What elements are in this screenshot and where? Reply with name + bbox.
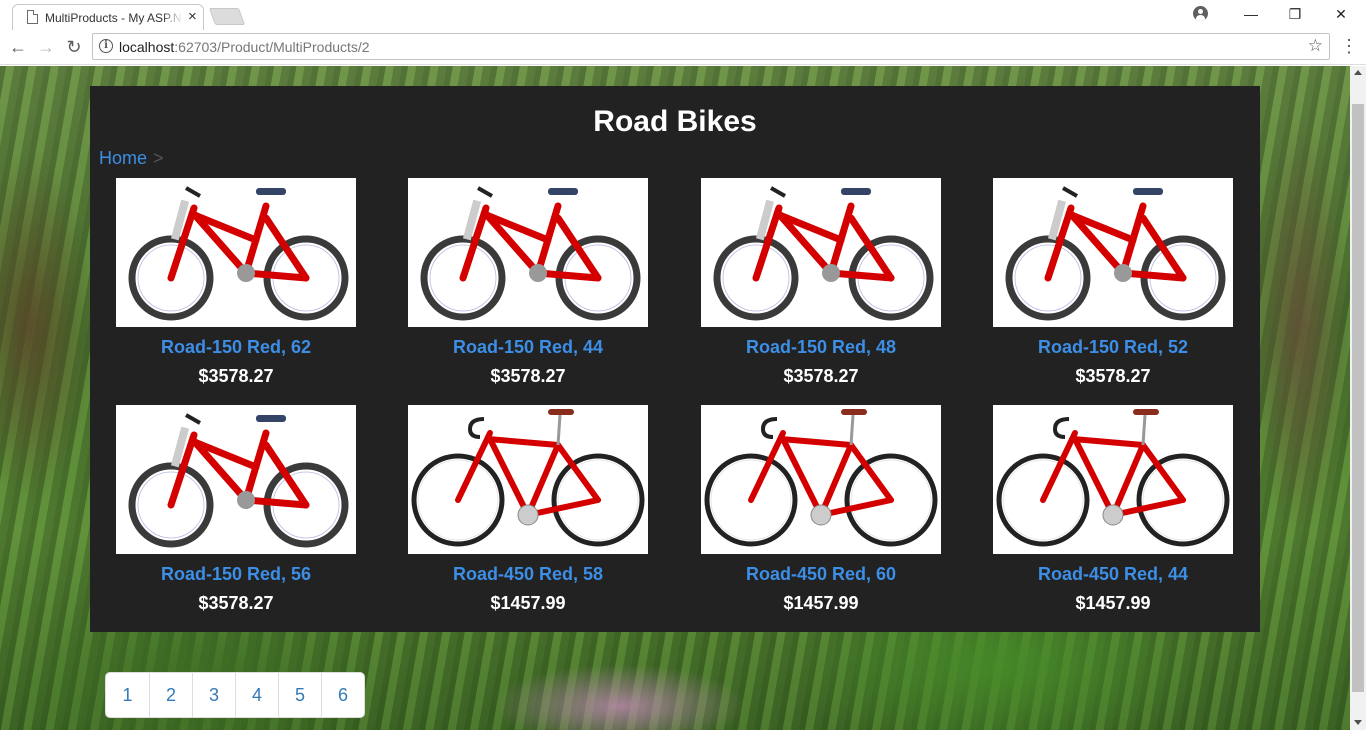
road-bike-icon	[996, 409, 1230, 547]
product-card[interactable]: Road-450 Red, 60 $1457.99	[701, 405, 941, 614]
page-link-6[interactable]: 6	[321, 673, 364, 717]
road-bike-icon	[411, 409, 645, 547]
browser-tab[interactable]: MultiProducts - My ASP.NET Application ×	[12, 4, 204, 30]
product-image[interactable]	[701, 405, 941, 554]
product-image[interactable]	[993, 405, 1233, 554]
product-image[interactable]	[116, 178, 356, 327]
maximize-button[interactable]: ❐	[1272, 0, 1318, 28]
vertical-scrollbar[interactable]	[1350, 66, 1366, 730]
product-card[interactable]: Road-450 Red, 44 $1457.99	[993, 405, 1233, 614]
scrollbar-thumb[interactable]	[1352, 104, 1364, 692]
breadcrumb: Home >	[99, 148, 164, 169]
breadcrumb-separator: >	[153, 148, 164, 168]
product-name-link[interactable]: Road-450 Red, 44	[993, 564, 1233, 585]
page-link-5[interactable]: 5	[278, 673, 321, 717]
bookmark-star-icon[interactable]: ☆	[1308, 36, 1323, 56]
forward-button[interactable]: →	[34, 36, 58, 58]
product-card[interactable]: Road-150 Red, 52 $3578.27	[993, 178, 1233, 387]
url-path: :62703/Product/MultiProducts/2	[174, 39, 370, 55]
window-close-button[interactable]: ✕	[1318, 0, 1364, 28]
mountain-bike-icon	[713, 186, 934, 321]
product-name-link[interactable]: Road-150 Red, 44	[408, 337, 648, 358]
pagination: 123456	[105, 672, 365, 718]
product-card[interactable]: Road-150 Red, 62 $3578.27	[116, 178, 356, 387]
page-title: Road Bikes	[593, 105, 757, 138]
url-text[interactable]: localhost:62703/Product/MultiProducts/2	[119, 39, 370, 55]
product-price: $3578.27	[1075, 366, 1151, 386]
page-link-2[interactable]: 2	[149, 673, 192, 717]
scroll-down-arrow-icon[interactable]	[1354, 720, 1362, 725]
new-tab-button[interactable]	[208, 8, 246, 25]
product-name-link[interactable]: Road-150 Red, 56	[116, 564, 356, 585]
product-price: $3578.27	[783, 366, 859, 386]
mountain-bike-icon	[128, 413, 349, 548]
product-card[interactable]: Road-150 Red, 56 $3578.27	[116, 405, 356, 614]
product-name-link[interactable]: Road-150 Red, 48	[701, 337, 941, 358]
product-name-link[interactable]: Road-450 Red, 60	[701, 564, 941, 585]
mountain-bike-icon	[1005, 186, 1226, 321]
road-bike-icon	[704, 409, 938, 547]
info-icon[interactable]: i	[99, 39, 113, 53]
close-tab-icon[interactable]: ×	[188, 9, 197, 25]
reload-button[interactable]: ↻	[62, 36, 86, 58]
product-price: $1457.99	[490, 593, 566, 613]
back-button[interactable]: ←	[6, 36, 30, 58]
scroll-up-arrow-icon[interactable]	[1354, 70, 1362, 75]
address-bar[interactable]: i localhost:62703/Product/MultiProducts/…	[92, 33, 1330, 60]
page-link-3[interactable]: 3	[192, 673, 235, 717]
browser-menu-icon[interactable]: ⋮	[1340, 36, 1358, 56]
mountain-bike-icon	[128, 186, 349, 321]
tab-strip: MultiProducts - My ASP.NET Application ×…	[0, 0, 1366, 30]
product-price: $1457.99	[783, 593, 859, 613]
breadcrumb-home-link[interactable]: Home	[99, 148, 147, 168]
mountain-bike-icon	[420, 186, 641, 321]
product-name-link[interactable]: Road-450 Red, 58	[408, 564, 648, 585]
page-icon	[27, 10, 38, 24]
product-price: $3578.27	[198, 593, 274, 613]
product-image[interactable]	[408, 178, 648, 327]
content-panel: Road Bikes Home > Road-150 Red, 62 $3578.2…	[90, 86, 1260, 632]
product-image[interactable]	[993, 178, 1233, 327]
product-card[interactable]: Road-150 Red, 48 $3578.27	[701, 178, 941, 387]
product-image[interactable]	[408, 405, 648, 554]
product-image[interactable]	[701, 178, 941, 327]
browser-toolbar: ← → ↻ i localhost:62703/Product/MultiPro…	[0, 30, 1366, 65]
page-link-1[interactable]: 1	[106, 673, 149, 717]
product-image[interactable]	[116, 405, 356, 554]
minimize-button[interactable]: —	[1228, 0, 1274, 28]
page-viewport: Road Bikes Home > Road-150 Red, 62 $3578.2…	[0, 66, 1350, 730]
product-card[interactable]: Road-150 Red, 44 $3578.27	[408, 178, 648, 387]
product-price: $3578.27	[490, 366, 566, 386]
product-price: $3578.27	[198, 366, 274, 386]
url-host: localhost	[119, 39, 175, 55]
product-name-link[interactable]: Road-150 Red, 52	[993, 337, 1233, 358]
profile-icon[interactable]	[1193, 6, 1208, 21]
product-name-link[interactable]: Road-150 Red, 62	[116, 337, 356, 358]
product-card[interactable]: Road-450 Red, 58 $1457.99	[408, 405, 648, 614]
tab-title: MultiProducts - My ASP.NET Application	[45, 11, 183, 25]
product-price: $1457.99	[1075, 593, 1151, 613]
page-link-4[interactable]: 4	[235, 673, 278, 717]
